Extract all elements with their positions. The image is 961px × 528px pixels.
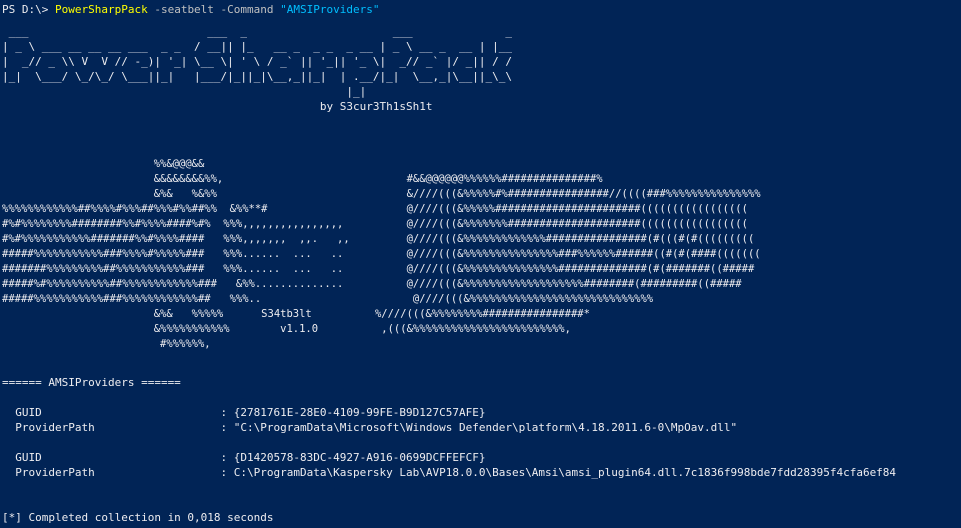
guid-label: GUID : (2, 406, 234, 419)
logo-line: |_| (2, 85, 526, 98)
logo-line: ___ ___ _ ___ _ (2, 25, 539, 38)
provider-path-row: ProviderPath : "C:\ProgramData\Microsoft… (2, 420, 737, 435)
art-line: #%%%%%%, (2, 338, 647, 350)
art-line: #%#%%%%%%%%%%%#######%%#%%%%#### %%%,,,,… (2, 233, 755, 245)
command-name: PowerSharpPack (54, 3, 148, 16)
command-param-seatbelt: -seatbelt (147, 3, 214, 16)
command-string-argument: "AMSIProviders" (273, 3, 380, 16)
art-line-version: &%%%%%%%%%%% v1.1.0 ,(((&%%%%%%%%%%%%%%%… (2, 323, 597, 335)
art-line-seatbelt-name: &%& %%%%% S34tb3lt %////(((&%%%%%%%%####… (2, 308, 609, 320)
art-line: #####%%%%%%%%%%%###%%%%%%%%%%%%## %%%.. … (2, 293, 654, 305)
ps-prompt: PS D:\> (2, 3, 55, 16)
art-line: &&&&&&&&%%, #&&@@@@@@%%%%%%#############… (2, 173, 635, 185)
logo-line: |_| \___/ \_/\_/ \___||_| |___/|_||_|\__… (2, 70, 519, 83)
art-line: %%&@@@&& (2, 158, 635, 170)
banner-byline: by S3cur3Th1sSh1t (2, 100, 433, 113)
art-line: #####%#%%%%%%%%%%##%%%%%%%%%%%%### &%%..… (2, 278, 742, 290)
provider-path-label: ProviderPath : (2, 421, 234, 434)
provider-path-row: ProviderPath : C:\ProgramData\Kaspersky … (2, 465, 896, 480)
completion-status-line: [*] Completed collection in 0,018 second… (2, 511, 274, 524)
provider-path-label: ProviderPath : (2, 466, 234, 479)
guid-value: {D1420578-83DC-4927-A916-0699DCFFEFCF} (233, 451, 486, 464)
provider-guid-row: GUID : {D1420578-83DC-4927-A916-0699DCFF… (2, 450, 485, 465)
art-line: #######%%%%%%%%%##%%%%%%%%%%%### %%%....… (2, 263, 755, 275)
art-line: #####%%%%%%%%%%%###%%%%#%%%%%### %%%....… (2, 248, 761, 260)
guid-label: GUID : (2, 451, 234, 464)
guid-value: {2781761E-28E0-4109-99FE-B9D127C57AFE} (233, 406, 486, 419)
logo-line: | _// _ \\ V V // -_)| '_| \__ \| ' \ / … (2, 55, 519, 68)
art-line: &%& %&%% &////(((&%%%%%#%###############… (2, 188, 761, 200)
command-param-command: -Command (213, 3, 274, 16)
powershell-terminal-window[interactable]: PS D:\> PowerSharpPack -seatbelt -Comman… (0, 0, 961, 528)
art-line: %%%%%%%%%%%%##%%%%#%%%##%%%#%%##%% &%%**… (2, 203, 748, 215)
art-line: #%#%%%%%%%%########%%#%%%%####%#% %%%,,,… (2, 218, 748, 230)
provider-path-value: "C:\ProgramData\Microsoft\Windows Defend… (233, 421, 738, 434)
prompt-line: PS D:\> PowerSharpPack -seatbelt -Comman… (2, 2, 380, 17)
provider-path-value: C:\ProgramData\Kaspersky Lab\AVP18.0.0\B… (233, 466, 897, 479)
output-section-header: ====== AMSIProviders ====== (2, 376, 181, 389)
logo-line: | _ \ ___ __ __ __ ___ _ _ / __|| |_ __ … (2, 40, 519, 53)
provider-guid-row: GUID : {2781761E-28E0-4109-99FE-B9D127C5… (2, 405, 485, 420)
